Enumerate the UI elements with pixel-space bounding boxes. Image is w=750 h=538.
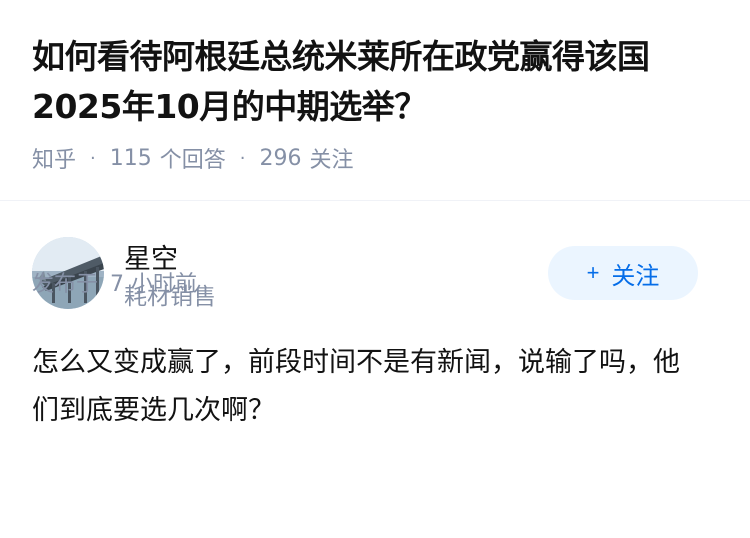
- publish-time-prefix: 发布于: [32, 272, 99, 297]
- followers-count: 296: [259, 145, 302, 171]
- follow-label: 关注: [611, 262, 660, 290]
- question-title[interactable]: 如何看待阿根廷总统米莱所在政党赢得该国2025年10月的中期选举？: [32, 32, 718, 132]
- question-header: 如何看待阿根廷总统米莱所在政党赢得该国2025年10月的中期选举？ 知乎 · 1…: [0, 0, 750, 173]
- separator-dot: ·: [90, 147, 96, 169]
- source-label[interactable]: 知乎: [32, 142, 76, 174]
- answers-label: 个回答: [159, 148, 226, 173]
- plus-icon: +: [586, 260, 600, 285]
- question-meta: 知乎 · 115 个回答 · 296 关注: [32, 142, 718, 174]
- separator-dot: ·: [239, 147, 246, 169]
- answer-card: 星空 耗材销售 + 关注 怎么又变成赢了，前段时间不是有新闻，说输了吗，他们到底…: [0, 201, 750, 435]
- follow-button[interactable]: + 关注: [548, 246, 698, 300]
- followers-label: 关注: [309, 148, 354, 173]
- publish-time-value: 7 小时前: [110, 272, 198, 297]
- publish-time: 发布于 7 小时前: [32, 266, 197, 298]
- answer-content[interactable]: 怎么又变成赢了，前段时间不是有新闻，说输了吗，他们到底要选几次啊？: [32, 339, 692, 435]
- answers-count: 115: [109, 145, 152, 171]
